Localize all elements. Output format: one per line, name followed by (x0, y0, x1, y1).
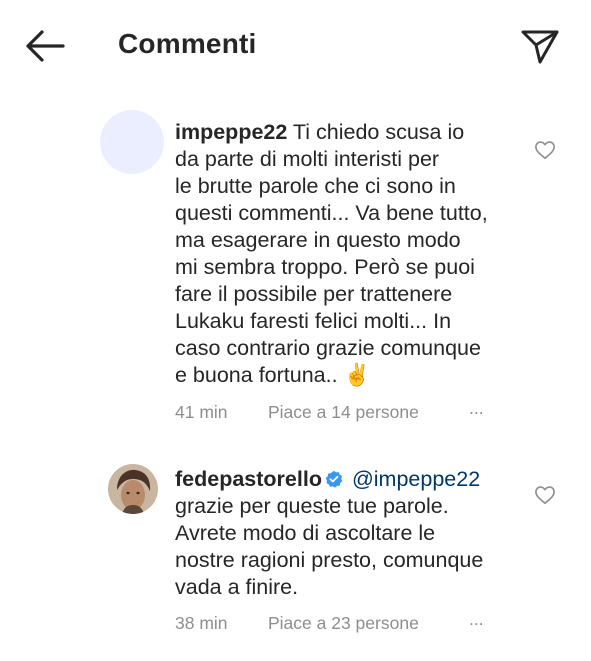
comment-line: mi sembra troppo. Però se puoi (175, 255, 475, 279)
avatar[interactable] (108, 464, 158, 514)
comment-text: fedepastorello @impeppe22 grazie per que… (175, 466, 520, 601)
comment-line: vada a finire. (175, 575, 299, 599)
comment-likes[interactable]: Piace a 14 persone (268, 402, 419, 423)
more-options-button[interactable]: ... (469, 398, 484, 419)
comment-username[interactable]: fedepastorello (175, 467, 322, 491)
comment-line: fedepastorello @impeppe22 (175, 466, 520, 493)
comment-line: le brutte parole che ci sono in (175, 174, 456, 198)
comment-line: e buona fortuna.. ✌️ (175, 363, 371, 387)
comment-line: grazie per queste tue parole. (175, 494, 449, 518)
comment-line: fare il possibile per trattenere (175, 282, 453, 306)
verified-badge-icon (325, 470, 343, 488)
comment-line: Avrete modo di ascoltare le (175, 521, 436, 545)
comment-line: nostre ragioni presto, comunque (175, 548, 484, 572)
comment-line: caso contrario grazie comunque (175, 336, 481, 360)
paper-plane-icon (521, 30, 559, 64)
comment-mention[interactable]: @impeppe22 (352, 467, 480, 491)
comment-time: 38 min (175, 613, 228, 633)
comment-likes[interactable]: Piace a 23 persone (268, 613, 419, 634)
comment-line: ma esagerare in questo modo (175, 228, 461, 252)
comment-line: questi commenti... Va bene tutto, (175, 201, 488, 225)
share-button[interactable] (518, 24, 562, 68)
comment-username[interactable]: impeppe22 (175, 120, 287, 144)
comment-time: 41 min (175, 402, 228, 422)
page-title: Commenti (118, 28, 257, 59)
comment-line-text: Ti chiedo scusa io (287, 120, 465, 144)
comment-line: da parte di molti interisti per (175, 147, 440, 171)
more-options-button[interactable]: ... (469, 609, 484, 630)
heart-icon (535, 141, 555, 159)
profile-photo (108, 464, 158, 514)
like-button[interactable] (534, 485, 556, 505)
arrow-left-icon (26, 30, 65, 62)
comment-line: Lukaku faresti felici molti... In (175, 309, 452, 333)
comment-line: impeppe22 Ti chiedo scusa io (175, 119, 515, 146)
back-button[interactable] (22, 26, 68, 66)
avatar[interactable] (100, 110, 164, 174)
heart-icon (535, 486, 555, 504)
like-button[interactable] (534, 140, 556, 160)
header: Commenti (0, 0, 591, 92)
comment-text: impeppe22 Ti chiedo scusa io da parte di… (175, 119, 515, 389)
